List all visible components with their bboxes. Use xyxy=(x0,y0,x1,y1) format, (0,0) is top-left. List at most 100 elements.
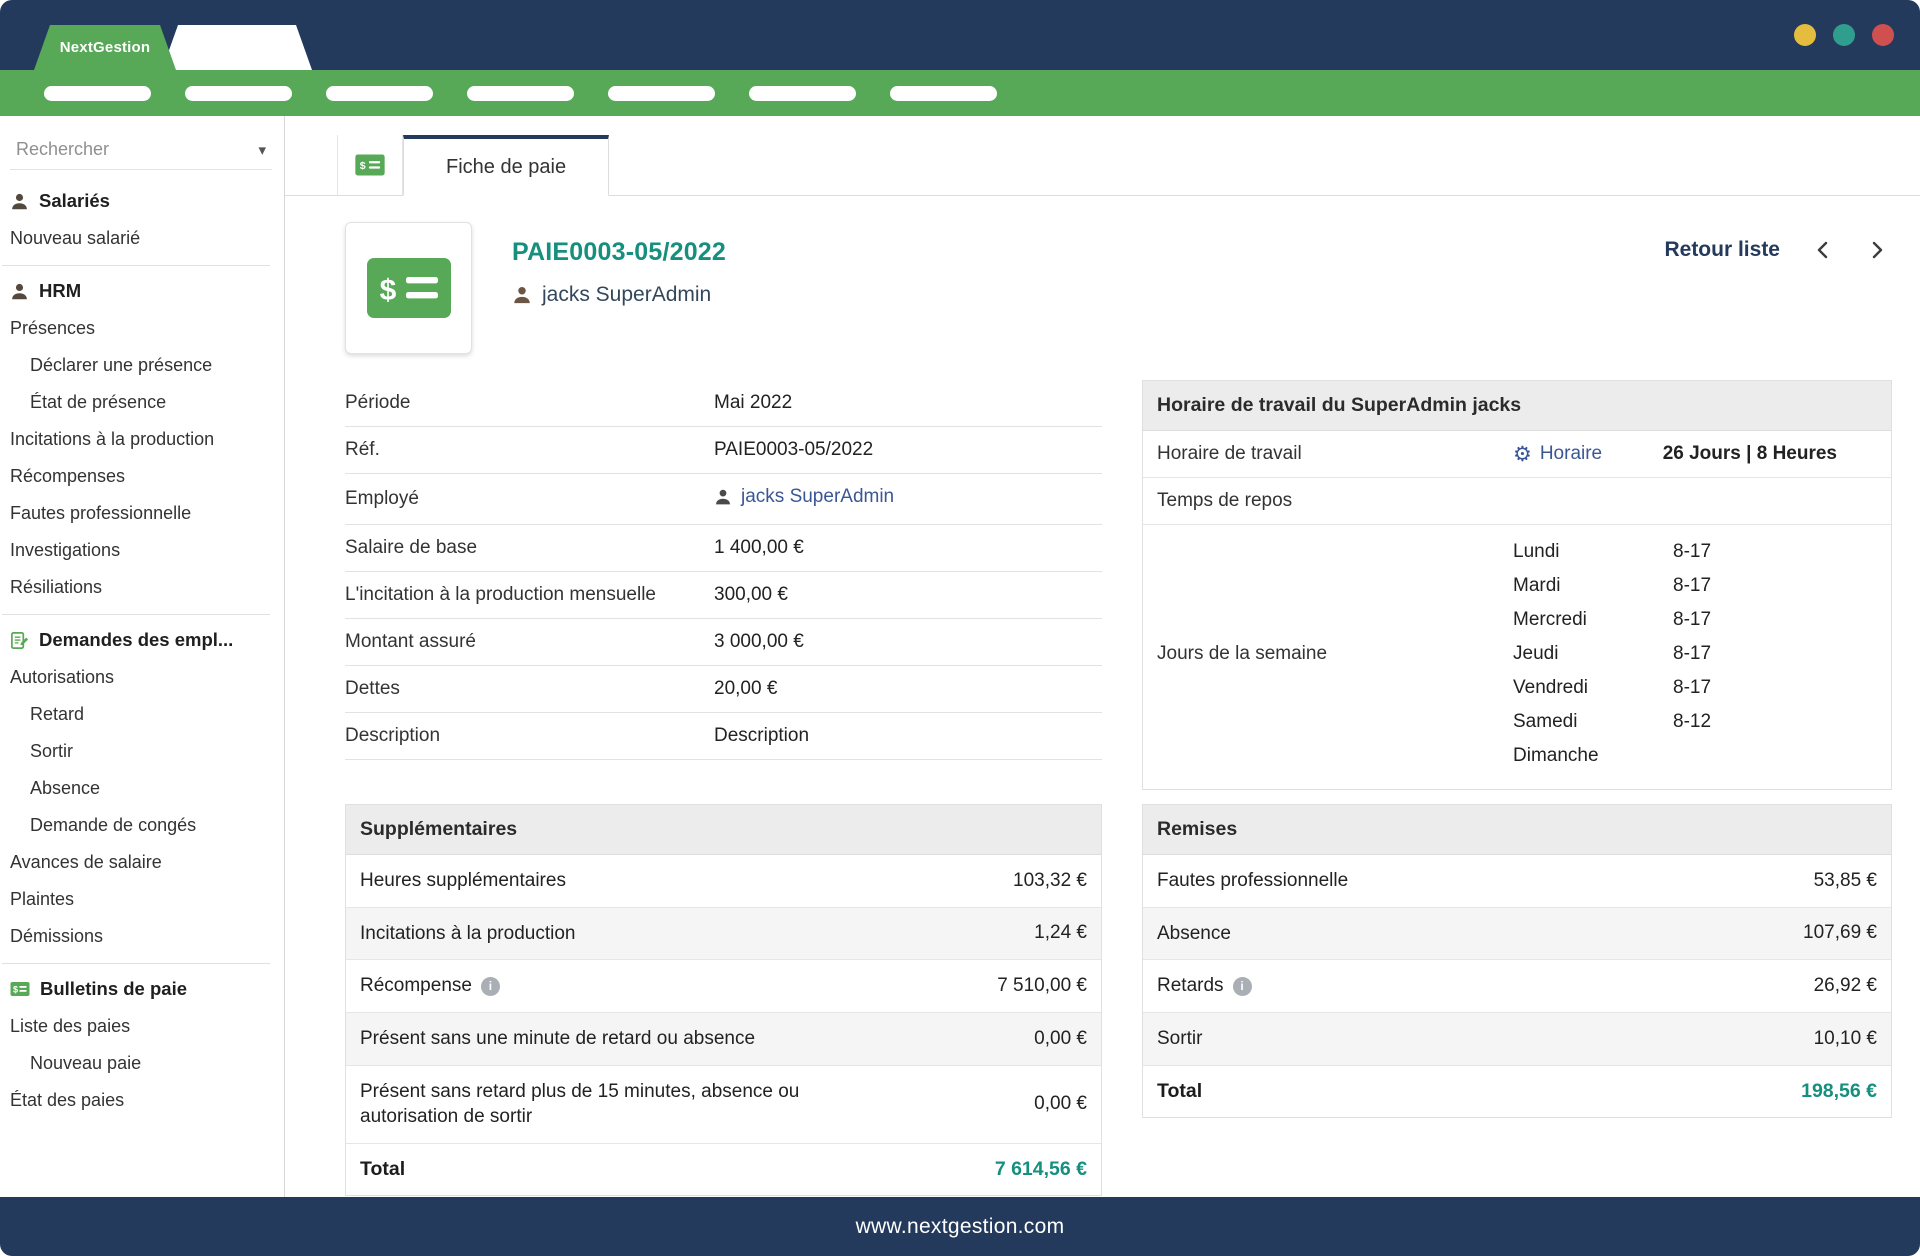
table-row: Employé jacks SuperAdmin xyxy=(345,474,1102,525)
divider xyxy=(2,265,270,266)
sidebar-section-bulletins-de-paie[interactable]: $ Bulletins de paie xyxy=(0,968,284,1008)
total-value: 198,56 € xyxy=(1801,1080,1877,1103)
schedule-row-horaire: Horaire de travail ⚙ Horaire 26 Jours | … xyxy=(1143,431,1891,478)
user-icon xyxy=(10,282,29,301)
back-to-list-link[interactable]: Retour liste xyxy=(1664,238,1780,262)
sidebar-item-declarer-une-presence[interactable]: Déclarer une présence xyxy=(0,347,284,384)
nav-item-pill[interactable] xyxy=(608,86,715,101)
list-item: Samedi8-12 xyxy=(1513,705,1711,739)
employee-line[interactable]: jacks SuperAdmin xyxy=(512,283,726,307)
tab-label: Fiche de paie xyxy=(446,156,566,179)
divider xyxy=(2,963,270,964)
total-label: Total xyxy=(1157,1080,1202,1103)
prev-icon[interactable] xyxy=(1812,239,1834,261)
sidebar-item-presences[interactable]: Présences xyxy=(0,310,284,347)
info-icon[interactable]: i xyxy=(481,977,500,996)
table-row: Montant assuré 3 000,00 € xyxy=(345,619,1102,666)
close-button[interactable] xyxy=(1872,24,1894,46)
sidebar-item-nouveau-salarie[interactable]: Nouveau salarié xyxy=(0,220,284,257)
sidebar-item-demande-de-conges[interactable]: Demande de congés xyxy=(0,807,284,844)
deductions-box: Remises Fautes professionnelle 53,85 € A… xyxy=(1142,804,1892,1118)
supplements-total-row: Total 7 614,56 € xyxy=(346,1144,1101,1195)
money-check-icon: $ xyxy=(355,154,385,176)
total-value: 7 614,56 € xyxy=(995,1158,1087,1181)
schedule-label: Temps de repos xyxy=(1157,490,1513,512)
nav-item-pill[interactable] xyxy=(326,86,433,101)
search-dropdown[interactable]: Rechercher ▾ xyxy=(10,130,272,170)
main-panel: $ Fiche de paie $ PAIE0003-05/2022 xyxy=(285,116,1920,1197)
detail-label: Réf. xyxy=(345,427,714,474)
nav-item-pill[interactable] xyxy=(185,86,292,101)
detail-value: 20,00 € xyxy=(714,666,1102,713)
header-actions: Retour liste xyxy=(1664,222,1892,262)
sidebar-item-absence[interactable]: Absence xyxy=(0,770,284,807)
sidebar-item-fautes-professionnelle[interactable]: Fautes professionnelle xyxy=(0,495,284,532)
sidebar-section-hrm[interactable]: HRM xyxy=(0,270,284,310)
table-row: Réf. PAIE0003-05/2022 xyxy=(345,427,1102,474)
sidebar-section-demandes[interactable]: Demandes des empl... xyxy=(0,619,284,659)
sidebar-section-label: Demandes des empl... xyxy=(39,629,233,651)
sidebar-item-incitations-production[interactable]: Incitations à la production xyxy=(0,421,284,458)
employee-name: jacks SuperAdmin xyxy=(542,283,711,307)
list-item: Dimanche xyxy=(1513,739,1711,773)
table-row: Présent sans une minute de retard ou abs… xyxy=(346,1013,1101,1066)
sidebar-item-avances-de-salaire[interactable]: Avances de salaire xyxy=(0,844,284,881)
schedule-row-repos: Temps de repos xyxy=(1143,478,1891,525)
employee-link[interactable]: jacks SuperAdmin xyxy=(714,486,894,508)
content-area: Rechercher ▾ Salariés Nouveau salarié HR… xyxy=(0,116,1920,1197)
nav-item-pill[interactable] xyxy=(44,86,151,101)
svg-text:$: $ xyxy=(379,274,396,307)
table-row: Fautes professionnelle 53,85 € xyxy=(1143,855,1891,908)
minimize-button[interactable] xyxy=(1794,24,1816,46)
nav-item-pill[interactable] xyxy=(890,86,997,101)
maximize-button[interactable] xyxy=(1833,24,1855,46)
days-list: Lundi8-17 Mardi8-17 Mercredi8-17 Jeudi8-… xyxy=(1513,535,1711,773)
table-row: Période Mai 2022 xyxy=(345,380,1102,427)
sidebar-item-liste-des-paies[interactable]: Liste des paies xyxy=(0,1008,284,1045)
sidebar-item-etat-des-paies[interactable]: État des paies xyxy=(0,1082,284,1119)
supplements-title: Supplémentaires xyxy=(346,805,1101,855)
inactive-tab[interactable] xyxy=(162,25,312,70)
sidebar-item-resiliations[interactable]: Résiliations xyxy=(0,569,284,606)
detail-value: 1 400,00 € xyxy=(714,525,1102,572)
list-item: Mercredi8-17 xyxy=(1513,603,1711,637)
detail-value: Description xyxy=(714,713,1102,760)
window-controls xyxy=(1794,24,1894,46)
table-row: Heures supplémentaires 103,32 € xyxy=(346,855,1101,908)
sidebar-section-salaries[interactable]: Salariés xyxy=(0,180,284,220)
deductions-title: Remises xyxy=(1143,805,1891,855)
sidebar-item-plaintes[interactable]: Plaintes xyxy=(0,881,284,918)
tab-fiche-de-paie[interactable]: Fiche de paie xyxy=(403,135,609,196)
sidebar-item-sortir[interactable]: Sortir xyxy=(0,733,284,770)
payslip-details-table: Période Mai 2022 Réf. PAIE0003-05/2022 E… xyxy=(345,380,1102,760)
brand-label: NextGestion xyxy=(60,39,151,56)
titlebar: NextGestion xyxy=(0,0,1920,70)
supplements-rows: Heures supplémentaires 103,32 € Incitati… xyxy=(346,855,1101,1144)
table-row: Présent sans retard plus de 15 minutes, … xyxy=(346,1066,1101,1144)
list-item: Jeudi8-17 xyxy=(1513,637,1711,671)
sidebar-item-nouveau-paie[interactable]: Nouveau paie xyxy=(0,1045,284,1082)
info-icon[interactable]: i xyxy=(1233,977,1252,996)
nav-item-pill[interactable] xyxy=(749,86,856,101)
detail-label: Employé xyxy=(345,474,714,525)
table-row: Récompense i 7 510,00 € xyxy=(346,960,1101,1013)
sidebar-item-investigations[interactable]: Investigations xyxy=(0,532,284,569)
sidebar-item-etat-de-presence[interactable]: État de présence xyxy=(0,384,284,421)
next-icon[interactable] xyxy=(1866,239,1888,261)
detail-label: Description xyxy=(345,713,714,760)
employee-link-label: jacks SuperAdmin xyxy=(741,486,894,508)
list-item: Lundi8-17 xyxy=(1513,535,1711,569)
sidebar-item-autorisations[interactable]: Autorisations xyxy=(0,659,284,696)
brand-logo[interactable]: NextGestion xyxy=(34,25,176,70)
schedule-days-row: Jours de la semaine Lundi8-17 Mardi8-17 … xyxy=(1143,525,1891,789)
list-item: Vendredi8-17 xyxy=(1513,671,1711,705)
horaire-settings-link[interactable]: ⚙ Horaire xyxy=(1513,443,1602,465)
user-icon xyxy=(10,192,29,211)
detail-label: Salaire de base xyxy=(345,525,714,572)
sidebar-item-retard[interactable]: Retard xyxy=(0,696,284,733)
sidebar-item-demissions[interactable]: Démissions xyxy=(0,918,284,955)
nav-item-pill[interactable] xyxy=(467,86,574,101)
schedule-value: 26 Jours | 8 Heures xyxy=(1663,443,1837,465)
tab-payslip-icon[interactable]: $ xyxy=(337,135,403,196)
sidebar-item-recompenses[interactable]: Récompenses xyxy=(0,458,284,495)
